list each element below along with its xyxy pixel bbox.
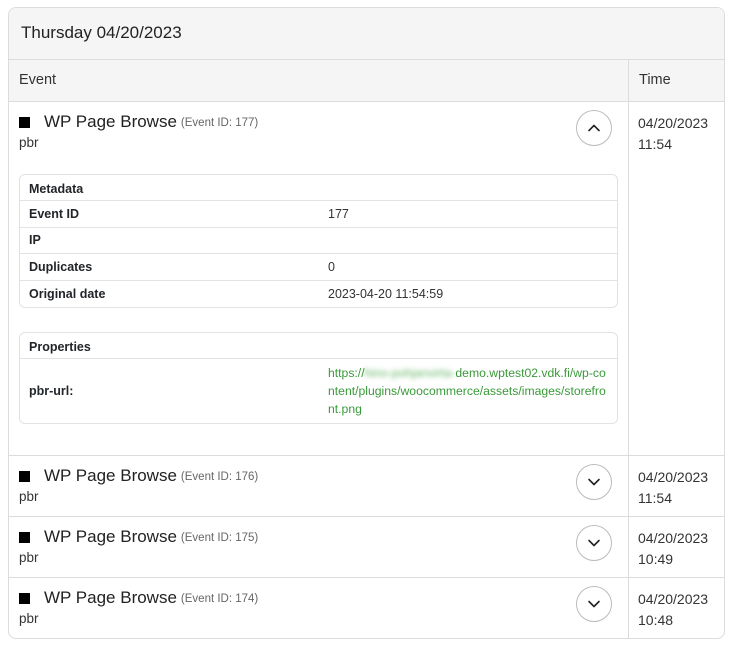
expand-button[interactable] — [576, 586, 612, 622]
property-row: pbr-url: https://hino-pohjanvirta-demo.w… — [20, 359, 617, 423]
event-id-label: (Event ID: 175) — [180, 532, 259, 544]
square-icon — [19, 531, 30, 543]
url-prefix: https:// — [328, 366, 365, 380]
event-name: WP Page Browse — [44, 466, 177, 485]
event-log-panel: Thursday 04/20/2023 Event Time WP Page B… — [8, 7, 725, 639]
metadata-card: Metadata Event ID 177 IP Duplicates 0 Or… — [19, 174, 618, 308]
chevron-down-icon — [588, 478, 600, 486]
time-cell: 04/20/2023 10:48 — [629, 578, 724, 638]
table-row: WP Page Browse (Event ID: 176) pbr 04/20… — [9, 456, 724, 517]
event-type: pbr — [19, 550, 39, 565]
collapse-button[interactable] — [576, 110, 612, 146]
square-icon — [19, 592, 30, 604]
column-header-event: Event — [9, 60, 629, 101]
metadata-value: 0 — [328, 259, 335, 274]
event-cell: WP Page Browse (Event ID: 174) pbr — [9, 578, 629, 638]
event-title: WP Page Browse (Event ID: 174) — [19, 588, 618, 608]
metadata-key: Duplicates — [29, 259, 93, 274]
event-type: pbr — [19, 135, 39, 150]
expand-button[interactable] — [576, 525, 612, 561]
table-header: Event Time — [9, 60, 724, 102]
event-date: 04/20/2023 — [638, 591, 709, 607]
event-title: WP Page Browse (Event ID: 175) — [19, 527, 618, 547]
properties-card: Properties pbr-url: https://hino-pohjanv… — [19, 332, 618, 424]
metadata-row: Original date 2023-04-20 11:54:59 — [20, 281, 617, 308]
event-title: WP Page Browse (Event ID: 176) — [19, 466, 618, 486]
expand-button[interactable] — [576, 464, 612, 500]
chevron-down-icon — [588, 539, 600, 547]
event-time: 11:54 — [638, 136, 672, 152]
event-id-label: (Event ID: 177) — [180, 117, 259, 129]
square-icon — [19, 470, 30, 482]
event-date: 04/20/2023 — [638, 115, 709, 131]
column-header-time: Time — [639, 72, 671, 88]
metadata-value: 2023-04-20 11:54:59 — [328, 286, 444, 301]
time-cell: 04/20/2023 11:54 — [629, 102, 724, 455]
metadata-key: Original date — [29, 286, 106, 301]
property-key: pbr-url: — [29, 384, 74, 398]
chevron-up-icon — [588, 124, 600, 132]
event-cell: WP Page Browse (Event ID: 177) pbr Metad… — [9, 102, 629, 455]
event-time: 10:48 — [638, 612, 674, 628]
event-id-label: (Event ID: 176) — [180, 471, 259, 483]
event-name: WP Page Browse — [44, 112, 177, 131]
time-cell: 04/20/2023 10:49 — [629, 517, 724, 577]
metadata-title: Metadata — [20, 175, 617, 201]
table-row: WP Page Browse (Event ID: 175) pbr 04/20… — [9, 517, 724, 578]
metadata-value: 177 — [328, 206, 349, 221]
property-url-link[interactable]: https://hino-pohjanvirta-demo.wptest02.v… — [328, 364, 617, 418]
event-name: WP Page Browse — [44, 588, 177, 607]
metadata-key: Event ID — [29, 206, 80, 221]
event-cell: WP Page Browse (Event ID: 176) pbr — [9, 456, 629, 516]
event-id-label: (Event ID: 174) — [180, 593, 259, 605]
event-type: pbr — [19, 489, 39, 504]
event-title: WP Page Browse (Event ID: 177) — [19, 112, 618, 132]
metadata-row: Duplicates 0 — [20, 254, 617, 281]
time-cell: 04/20/2023 11:54 — [629, 456, 724, 516]
event-time: 11:54 — [638, 490, 672, 506]
chevron-down-icon — [588, 600, 600, 608]
date-header: Thursday 04/20/2023 — [9, 8, 724, 60]
metadata-key: IP — [29, 233, 41, 248]
event-date: 04/20/2023 — [638, 530, 709, 546]
metadata-row: Event ID 177 — [20, 201, 617, 228]
event-type: pbr — [19, 611, 39, 626]
square-icon — [19, 116, 30, 128]
event-date: 04/20/2023 — [638, 469, 709, 485]
url-blurred: hino-pohjanvirta- — [364, 366, 456, 380]
table-row-expanded: WP Page Browse (Event ID: 177) pbr Metad… — [9, 102, 724, 456]
metadata-row: IP — [20, 228, 617, 254]
properties-title: Properties — [20, 333, 617, 359]
table-row: WP Page Browse (Event ID: 174) pbr 04/20… — [9, 578, 724, 638]
event-name: WP Page Browse — [44, 527, 177, 546]
event-cell: WP Page Browse (Event ID: 175) pbr — [9, 517, 629, 577]
event-time: 10:49 — [638, 551, 674, 567]
